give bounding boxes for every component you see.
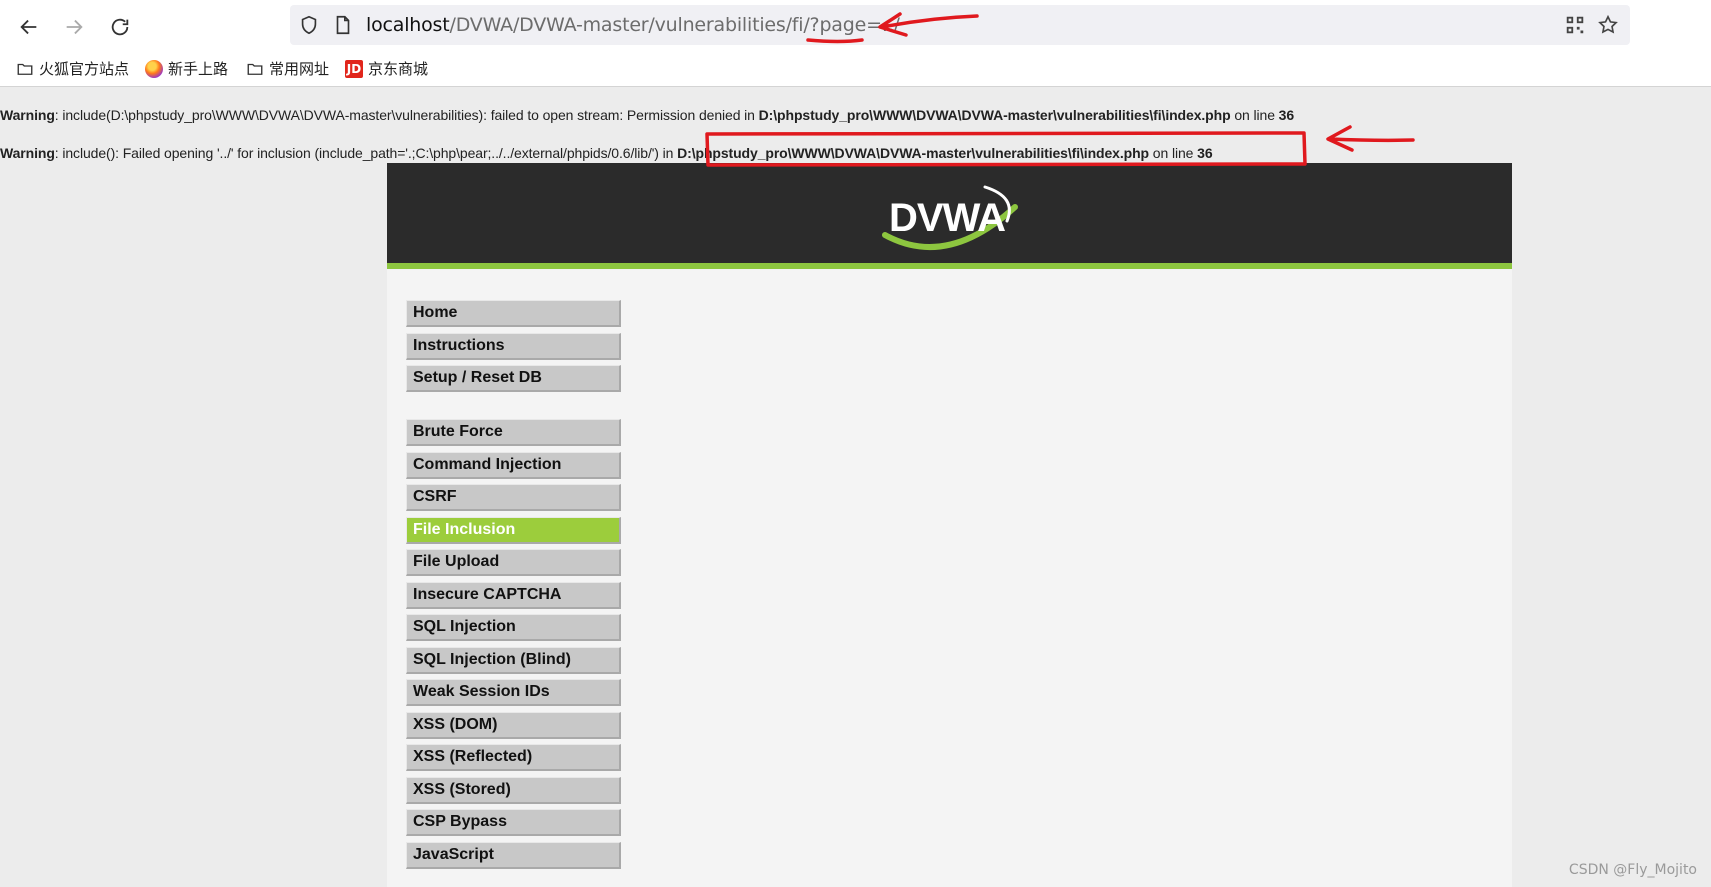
watermark: CSDN @Fly_Mojito xyxy=(1568,862,1697,878)
annotation-underline xyxy=(806,38,864,44)
annotation-arrow-url xyxy=(878,12,979,37)
annotation-arrow-warning xyxy=(1326,125,1415,152)
annotation-layer xyxy=(705,12,1415,167)
annotation-highlight-box xyxy=(705,131,1307,167)
